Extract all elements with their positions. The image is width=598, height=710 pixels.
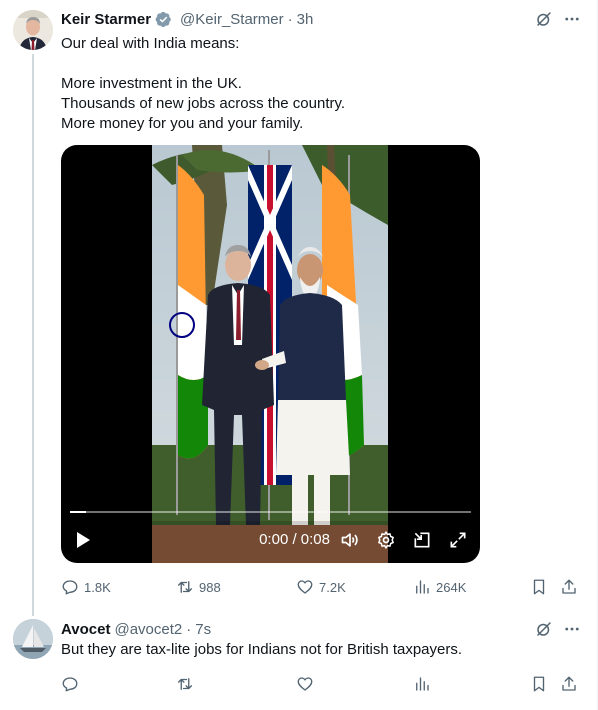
tweet-text-line: Thousands of new jobs across the country… [61, 95, 346, 112]
reply-action-bar [61, 673, 581, 695]
thread-connector-line [32, 54, 34, 616]
share-icon [562, 579, 576, 594]
reply-author-name[interactable]: Avocet [61, 621, 110, 638]
video-frame[interactable] [152, 145, 388, 563]
tweet-header: Keir Starmer @Keir_Starmer · 3h [61, 9, 313, 29]
video-progress-bar[interactable] [70, 511, 471, 513]
tweet-text-line: Our deal with India means: [61, 35, 240, 52]
tweet-text-line [61, 54, 345, 74]
like-count: 7.2K [319, 579, 346, 595]
share-icon [562, 676, 576, 691]
bookmark-button[interactable] [530, 673, 548, 695]
reply-top-actions [535, 620, 581, 638]
grok-icon[interactable] [535, 10, 553, 28]
reply-text: But they are tax-lite jobs for Indians n… [61, 641, 463, 658]
views-count: 264K [436, 579, 467, 595]
bookmark-icon [533, 579, 545, 595]
author-handle[interactable]: @Keir_Starmer [180, 11, 284, 28]
tweet-text-line: More money for you and your family. [61, 115, 304, 132]
video-progress-fill [70, 511, 87, 513]
avatar-keir-starmer[interactable] [13, 10, 53, 50]
reply-count: 1.8K [84, 579, 111, 595]
reply-button[interactable]: 1.8K [61, 576, 111, 598]
like-icon [297, 580, 313, 594]
views-button[interactable]: 264K [413, 576, 466, 598]
fullscreen-icon[interactable] [448, 530, 468, 550]
repost-count: 988 [199, 579, 221, 595]
bookmark-button[interactable] [530, 576, 548, 598]
separator-dot: · [186, 620, 192, 638]
views-icon [416, 677, 429, 691]
avatar-avocet[interactable] [13, 619, 53, 659]
repost-button[interactable] [176, 673, 194, 695]
reply-timestamp[interactable]: 7s [195, 621, 211, 638]
reply-header: Avocet @avocet2 · 7s [61, 619, 211, 639]
more-icon[interactable] [563, 10, 581, 28]
settings-icon[interactable] [376, 530, 396, 550]
video-time-display: 0:00 / 0:08 [259, 531, 330, 548]
share-button[interactable] [560, 576, 578, 598]
separator-dot: · [287, 10, 293, 28]
like-button[interactable]: 7.2K [296, 576, 346, 598]
views-icon [416, 580, 429, 594]
share-button[interactable] [560, 673, 578, 695]
volume-icon[interactable] [340, 530, 360, 550]
bookmark-icon [533, 676, 545, 692]
tweet-text-line: More investment in the UK. [61, 75, 242, 92]
more-icon[interactable] [563, 620, 581, 638]
like-button[interactable] [296, 673, 314, 695]
picture-in-picture-icon[interactable] [412, 530, 432, 550]
reply-button[interactable] [61, 673, 79, 695]
reply-icon [62, 677, 78, 692]
author-name[interactable]: Keir Starmer [61, 11, 151, 28]
play-icon[interactable] [73, 530, 93, 550]
tweet-timestamp[interactable]: 3h [297, 11, 314, 28]
reply-icon [62, 580, 78, 595]
tweet-action-bar: 1.8K 988 7.2K 264K [61, 576, 581, 598]
grok-icon[interactable] [535, 620, 553, 638]
repost-icon [177, 678, 193, 690]
repost-button[interactable]: 988 [176, 576, 221, 598]
tweet-text: Our deal with India means: More investme… [61, 34, 345, 134]
repost-icon [177, 581, 193, 593]
reply-author-handle[interactable]: @avocet2 [114, 621, 182, 638]
video-player[interactable]: 0:00 / 0:08 [61, 145, 480, 563]
views-button[interactable] [413, 673, 431, 695]
tweet-top-actions [535, 10, 581, 28]
verified-badge-icon[interactable] [155, 11, 172, 28]
like-icon [297, 677, 313, 691]
